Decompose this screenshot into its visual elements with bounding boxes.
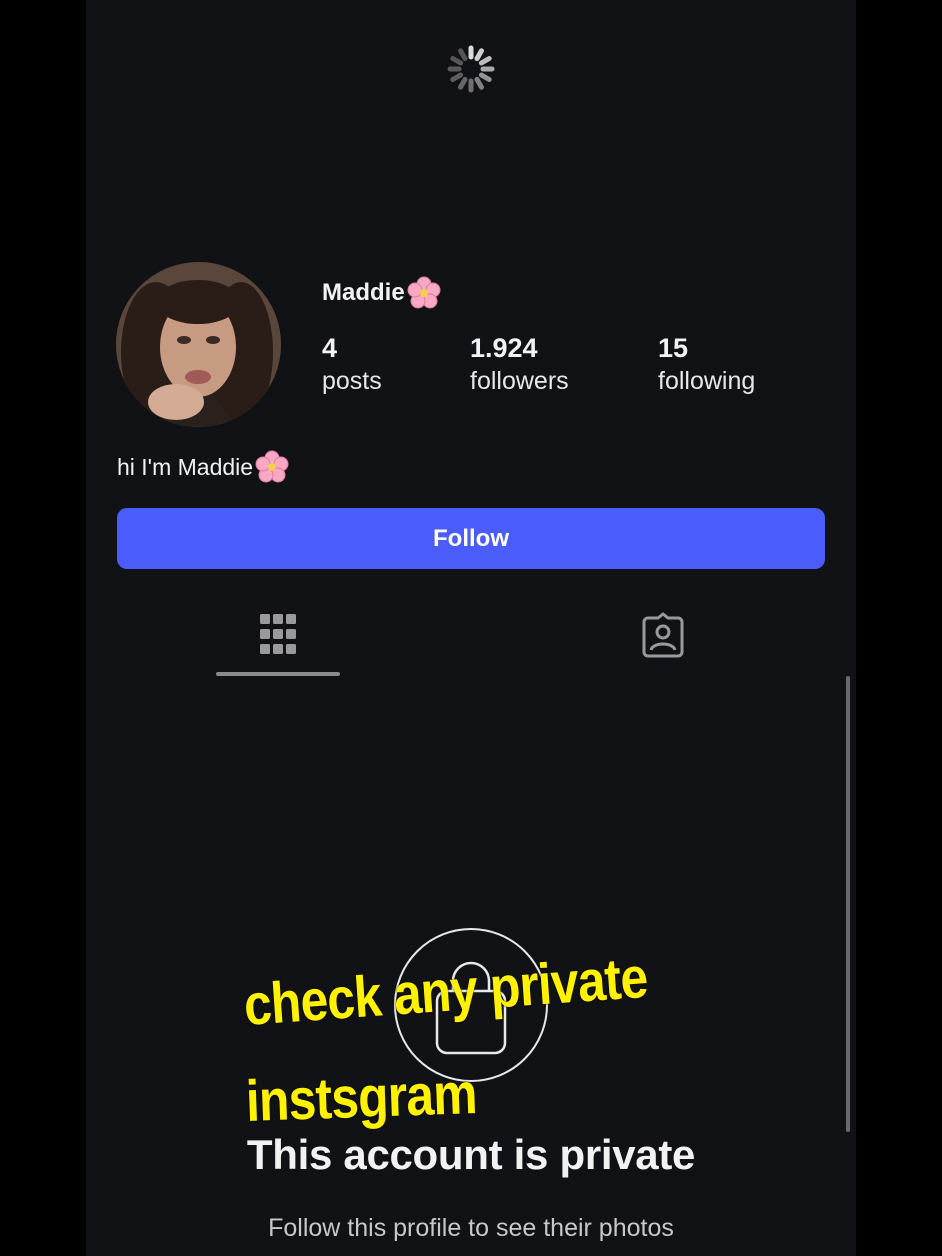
tagged-person-icon[interactable]: [638, 612, 688, 662]
profile-bio: hi I'm Maddie: [117, 450, 289, 484]
grid-icon: [260, 614, 296, 654]
profile-username: Maddie: [322, 276, 441, 310]
bio-text: hi I'm Maddie: [117, 453, 254, 480]
avatar[interactable]: [116, 262, 281, 427]
following-label: following: [658, 367, 756, 395]
stat-followers[interactable]: 1.924 followers: [470, 332, 569, 398]
stat-following[interactable]: 15 following: [658, 332, 755, 398]
stat-posts: 4 posts: [322, 332, 382, 398]
scrollbar[interactable]: [846, 676, 850, 1132]
posts-count: 4: [322, 333, 338, 363]
followers-label: followers: [470, 367, 569, 395]
private-account-title: This account is private: [246, 1131, 696, 1178]
loading-spinner-icon: [447, 45, 495, 93]
follow-button[interactable]: Follow: [117, 508, 825, 569]
following-count: 15: [658, 333, 689, 363]
followers-count: 1.924: [470, 333, 538, 363]
overlay-caption-line2: instsgram: [244, 1060, 478, 1134]
cherry-blossom-icon: [407, 276, 441, 309]
avatar-photo: [116, 262, 281, 427]
username-text: Maddie: [322, 279, 405, 306]
active-tab-indicator: [216, 672, 340, 676]
tab-posts-grid[interactable]: [216, 600, 340, 678]
private-account-subtitle: Follow this profile to see their photos: [268, 1214, 674, 1242]
cherry-blossom-icon: [255, 450, 289, 483]
posts-label: posts: [322, 367, 382, 395]
